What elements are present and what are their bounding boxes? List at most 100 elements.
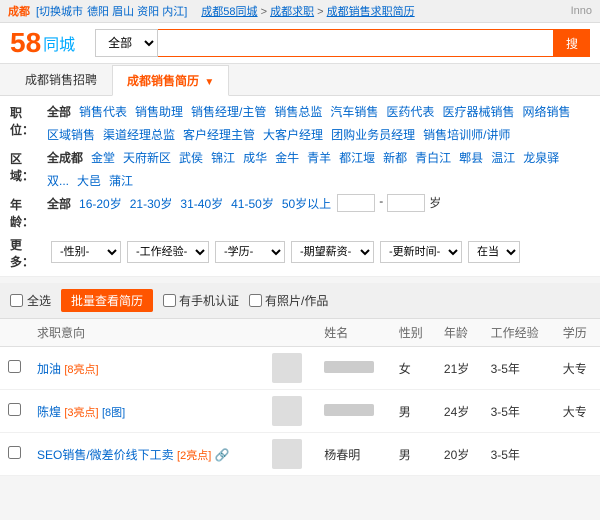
position-regional[interactable]: 区域销售 <box>45 125 97 144</box>
breadcrumb-58[interactable]: 成都58同城 <box>201 6 257 18</box>
photo-option[interactable]: 有照片/作品 <box>249 292 328 309</box>
position-all[interactable]: 全部 <box>45 102 73 121</box>
position-net-sales[interactable]: 网络销售 <box>520 102 572 121</box>
top-bar: 成都 [切换城市 德阳 眉山 资阳 内江] 成都58同城 > 成都求职 > 成都… <box>0 0 600 23</box>
gender-cell: 男 <box>391 390 436 433</box>
experience-select[interactable]: -工作经验- 1年以下 1-3年 3-5年 5年以上 <box>127 241 209 263</box>
avatar <box>272 353 302 383</box>
age-label: 年龄： <box>10 194 45 230</box>
points-tag: [3亮点] <box>64 407 98 419</box>
area-jinjiang[interactable]: 锦江 <box>209 148 237 167</box>
breadcrumb-current[interactable]: 成都销售求职简历 <box>327 6 415 18</box>
phone-verified-option[interactable]: 有手机认证 <box>163 292 239 309</box>
area-shuangliu[interactable]: 双... <box>45 171 71 190</box>
more-label: 更多： <box>10 234 45 270</box>
area-dujiangyan[interactable]: 都江堰 <box>337 148 377 167</box>
area-label: 区域： <box>10 148 45 184</box>
update-time-select[interactable]: -更新时间- 今天 三天内 一周内 <box>380 241 462 263</box>
job-link[interactable]: SEO销售/微差价线下工卖 <box>37 448 174 462</box>
name-text: 杨春明 <box>324 448 360 462</box>
batch-view-button[interactable]: 批量查看简历 <box>61 289 153 312</box>
area-wenjiang[interactable]: 温江 <box>489 148 517 167</box>
location-select[interactable]: 在当 <box>468 241 520 263</box>
search-button[interactable]: 搜 <box>554 29 590 57</box>
row-checkbox[interactable] <box>8 446 21 459</box>
switch-city-label[interactable]: [切换城市 <box>36 3 83 19</box>
position-group-biz[interactable]: 团购业务员经理 <box>329 125 417 144</box>
age-max-input[interactable] <box>387 194 425 212</box>
search-input[interactable] <box>158 29 554 57</box>
col-checkbox <box>0 319 29 347</box>
col-name: 姓名 <box>316 319 390 347</box>
age-31-40[interactable]: 31-40岁 <box>178 194 225 213</box>
phone-verified-checkbox[interactable] <box>163 294 176 307</box>
area-jintang[interactable]: 金堂 <box>89 148 117 167</box>
gender-select[interactable]: -性别- 男 女 <box>51 241 121 263</box>
area-dayi[interactable]: 大邑 <box>75 171 103 190</box>
select-all-checkbox[interactable] <box>10 294 23 307</box>
tabs-bar: 成都销售招聘 成都销售简历 ▼ <box>0 64 600 96</box>
salary-select[interactable]: -期望薪资- 2000以下 2000-4000 4000以上 <box>291 241 374 263</box>
area-tianfu[interactable]: 天府新区 <box>121 148 173 167</box>
exp-cell: 3-5年 <box>483 433 555 476</box>
position-channel[interactable]: 渠道经理总监 <box>101 125 177 144</box>
inno-text: Inno <box>571 5 592 17</box>
age-cell: 21岁 <box>436 347 483 390</box>
table-row: SEO销售/微差价线下工卖 [2亮点] 🔗 杨春明 男 20岁 3-5年 <box>0 433 600 476</box>
current-city[interactable]: 成都 <box>8 3 30 19</box>
icon-placeholder: 🔗 <box>215 448 230 462</box>
area-longquanyi[interactable]: 龙泉驿 <box>521 148 561 167</box>
position-sales-rep[interactable]: 销售代表 <box>77 102 129 121</box>
position-sales-mgr[interactable]: 销售经理/主管 <box>189 102 268 121</box>
age-50plus[interactable]: 50岁以上 <box>280 194 333 213</box>
photo-checkbox[interactable] <box>249 294 262 307</box>
area-xindu[interactable]: 新都 <box>381 148 409 167</box>
age-options: 全部 16-20岁 21-30岁 31-40岁 41-50岁 50岁以上 - 岁 <box>45 194 590 213</box>
age-41-50[interactable]: 41-50岁 <box>229 194 276 213</box>
breadcrumb-jobs[interactable]: 成都求职 <box>270 6 314 18</box>
area-all[interactable]: 全成都 <box>45 148 85 167</box>
position-trainer[interactable]: 销售培训师/讲师 <box>421 125 512 144</box>
search-bar: 全部 搜 <box>95 29 590 57</box>
position-sales-assist[interactable]: 销售助理 <box>133 102 185 121</box>
position-car-sales[interactable]: 汽车销售 <box>328 102 380 121</box>
results-toolbar: 全选 批量查看简历 有手机认证 有照片/作品 <box>0 283 600 319</box>
tab-resume[interactable]: 成都销售简历 ▼ <box>112 65 229 96</box>
table-row: 加油 [8亮点] 女 21岁 3-5年 大专 <box>0 347 600 390</box>
age-21-30[interactable]: 21-30岁 <box>128 194 175 213</box>
more-filter-row: 更多： -性别- 男 女 -工作经验- 1年以下 1-3年 3-5年 5年以上 … <box>10 234 590 270</box>
job-link[interactable]: 陈煌 <box>37 405 61 419</box>
position-cust-mgr[interactable]: 客户经理主管 <box>181 125 257 144</box>
job-link[interactable]: 加油 <box>37 362 61 376</box>
age-16-20[interactable]: 16-20岁 <box>77 194 124 213</box>
job-cell: 加油 [8亮点] <box>29 347 264 390</box>
area-pujiang[interactable]: 蒲江 <box>107 171 135 190</box>
resume-table: 求职意向 姓名 性别 年龄 工作经验 学历 加油 [8亮点] <box>0 319 600 476</box>
position-sales-director[interactable]: 销售总监 <box>272 102 324 121</box>
area-wuhou[interactable]: 武侯 <box>177 148 205 167</box>
area-jinniu[interactable]: 金牛 <box>273 148 301 167</box>
age-all[interactable]: 全部 <box>45 194 73 213</box>
age-min-input[interactable] <box>337 194 375 212</box>
row-checkbox[interactable] <box>8 360 21 373</box>
area-chenghua[interactable]: 成华 <box>241 148 269 167</box>
name-blurred <box>324 361 374 373</box>
position-medical-device[interactable]: 医疗器械销售 <box>440 102 516 121</box>
edu-cell: 大专 <box>555 390 600 433</box>
logo: 58 同城 <box>10 29 75 57</box>
position-key-account[interactable]: 大客户经理 <box>261 125 325 144</box>
area-options: 全成都 金堂 天府新区 武侯 锦江 成华 金牛 青羊 都江堰 新都 青白江 郫县… <box>45 148 590 190</box>
area-pixian[interactable]: 郫县 <box>457 148 485 167</box>
area-qingbaijiang[interactable]: 青白江 <box>413 148 453 167</box>
education-select[interactable]: -学历- 高中 大专 本科 <box>215 241 285 263</box>
age-filter-row: 年龄： 全部 16-20岁 21-30岁 31-40岁 41-50岁 50岁以上… <box>10 194 590 230</box>
tab-recruit[interactable]: 成都销售招聘 <box>10 64 112 95</box>
area-qingyang[interactable]: 青羊 <box>305 148 333 167</box>
select-all-label[interactable]: 全选 <box>10 292 51 309</box>
search-category-select[interactable]: 全部 <box>95 29 158 57</box>
gender-cell: 男 <box>391 433 436 476</box>
job-cell: SEO销售/微差价线下工卖 [2亮点] 🔗 <box>29 433 264 476</box>
nearby-cities: 德阳 眉山 资阳 内江] <box>87 3 187 19</box>
row-checkbox[interactable] <box>8 403 21 416</box>
position-pharma-rep[interactable]: 医药代表 <box>384 102 436 121</box>
